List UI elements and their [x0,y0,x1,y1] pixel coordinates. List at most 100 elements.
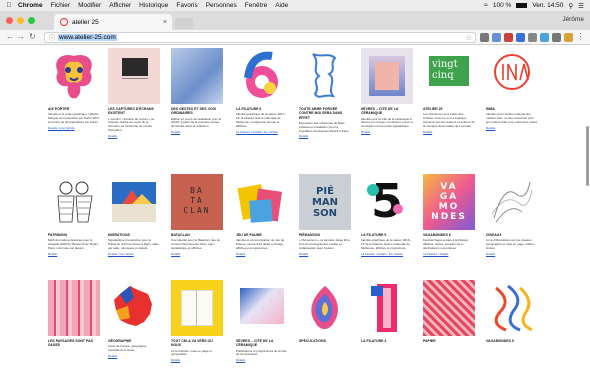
project-thumbnail[interactable]: VA GA MO NDES [423,174,475,230]
project-thumbnail[interactable] [48,280,100,336]
extension-icon-8[interactable] [564,33,573,42]
project-link[interactable]: Détails [108,354,160,358]
project-card[interactable]: DES GESTES ET DES VOIX ORDINAIRES Éditio… [171,48,223,134]
project-link[interactable]: Détails / Lire l'article [48,126,100,130]
extension-icon-1[interactable] [480,33,489,42]
wifi-icon[interactable]: ≈ [484,2,488,9]
tab-atelier-25[interactable]: atelier 25 × [54,14,172,30]
project-card[interactable]: OISEAUX Livre d'illustrations sur les oi… [486,174,538,256]
menu-fenetre[interactable]: Fenêtre [245,2,267,9]
project-thumbnail[interactable] [486,48,538,104]
project-thumbnail[interactable] [361,48,413,104]
list-icon[interactable]: ☰ [578,2,584,10]
project-thumbnail[interactable]: BA TA CLAN [171,174,223,230]
extension-icon-2[interactable] [492,33,501,42]
project-thumbnail[interactable] [236,48,288,104]
project-card[interactable]: PAPIER [423,280,475,343]
project-title[interactable]: PAPIER [423,339,475,343]
project-card[interactable]: INMA Identité pour l'Institut national d… [486,48,538,130]
menu-afficher[interactable]: Afficher [109,2,131,9]
menu-historique[interactable]: Historique [139,2,168,9]
project-thumbnail[interactable] [48,48,100,104]
menu-modifier[interactable]: Modifier [78,2,101,9]
new-tab-button[interactable] [175,18,193,29]
project-title[interactable]: GÉOGRAPHIE [108,339,160,343]
project-title[interactable]: SÈVRES – CITÉ DE LA CÉRAMIQUE [361,107,413,116]
project-card[interactable]: LA FILATURE 4 [361,280,413,343]
project-link[interactable]: Détails [423,130,475,134]
project-card[interactable]: SÈVRES – CITÉ DE LA CÉRAMIQUE Publicatio… [236,280,288,362]
project-card[interactable]: SPÉCULATIONS [299,280,351,343]
project-link[interactable]: Détails [486,252,538,256]
menu-chrome[interactable]: Chrome [18,2,43,9]
project-link[interactable]: Détails [236,252,288,256]
project-title[interactable]: LA FILATURE 4 [361,339,413,343]
project-title[interactable]: TOUTE ARME FORGÉE CONTRE MOI SERA SANS E… [299,107,351,120]
project-thumbnail[interactable] [236,280,288,336]
project-title[interactable]: OISEAUX [486,233,538,237]
menu-fichier[interactable]: Fichier [51,2,71,9]
extension-icon-3[interactable] [504,33,513,42]
bookmark-star-icon[interactable]: ☆ [466,34,472,42]
project-title[interactable]: JEU DE PAUME [236,233,288,237]
project-title[interactable]: INMA [486,107,538,111]
project-title[interactable]: PATRIMOIN [48,233,100,237]
project-link[interactable]: Détails [486,126,538,130]
project-thumbnail[interactable] [171,280,223,336]
menu-aide[interactable]: Aide [275,2,288,9]
maximize-window-icon[interactable] [28,17,35,24]
profile-name[interactable]: Jérôme [562,16,584,23]
project-card[interactable]: PATRIMOIN Motif de matière dessinée pour… [48,174,100,256]
project-card[interactable]: LES PAYSAGES SONT PAS SAGES [48,280,100,348]
project-card[interactable]: PIÉ MAN SON PIÉMANSON « Piémanson », la de… [299,174,351,256]
project-card[interactable]: VA GA MO NDES VAGAMONDES 6 Festival Vagamon… [423,174,475,256]
project-link[interactable]: La Filature / détails [423,252,475,256]
project-thumbnail[interactable] [48,174,100,230]
project-thumbnail[interactable] [236,174,288,230]
close-window-icon[interactable] [6,17,13,24]
project-thumbnail[interactable]: vingt cinq [423,48,475,104]
project-link[interactable]: Détails [299,252,351,256]
battery-icon[interactable] [516,3,528,8]
page-scrollbar[interactable] [586,126,589,186]
reload-icon[interactable]: ↻ [29,32,36,41]
project-title[interactable]: LA FILATURE 5 [361,233,413,237]
project-card[interactable]: BA TA CLAN BATACLAN Une identité pour le B… [171,174,223,256]
close-tab-icon[interactable]: × [163,19,167,26]
project-title[interactable]: SÈVRES – CITÉ DE LA CÉRAMIQUE [236,339,288,348]
project-card[interactable]: AIX PORTER Identité et le projet graphiq… [48,48,100,130]
project-title[interactable]: PIÉMANSON [299,233,351,237]
search-icon[interactable]: ⚲ [568,2,573,10]
project-card[interactable]: LES CAPTURES D'ÉCRANS EXISTENT « Confirm… [108,48,160,138]
extension-icon-5[interactable] [528,33,537,42]
project-title[interactable]: LES PAYSAGES SONT PAS SAGES [48,339,100,348]
project-link[interactable]: La Filature / détails / lire l'article [361,252,413,256]
project-link[interactable]: Détails [299,134,351,138]
project-title[interactable]: SPÉCULATIONS [299,339,351,343]
project-title[interactable]: VAGAMONDES 5 [486,339,538,343]
project-card[interactable]: LA FILATURE 6 Identité graphique de la s… [236,48,288,134]
project-card[interactable]: TOUTE ARME FORGÉE CONTRE MOI SERA SANS E… [299,48,351,138]
project-link[interactable]: Détails [236,358,288,362]
project-thumbnail[interactable] [423,280,475,336]
project-thumbnail[interactable] [486,174,538,230]
project-title[interactable]: LA FILATURE 6 [236,107,288,111]
project-card[interactable]: 5 LA FILATURE 5 Identité graphique de la… [361,174,413,256]
extension-icon-6[interactable] [540,33,549,42]
project-link[interactable]: Détails [108,134,160,138]
project-card[interactable]: GÉOGRAPHIE Carte de France, géographie, … [108,280,160,358]
project-link[interactable]: La Filature / détails / lire l'article [236,130,288,134]
project-thumbnail[interactable] [108,48,160,104]
project-title[interactable]: AIX PORTER [48,107,100,111]
project-title[interactable]: LES CAPTURES D'ÉCRANS EXISTENT [108,107,160,116]
project-title[interactable]: ATELIER 25 [423,107,475,111]
project-title[interactable]: MIGRATIONS [108,233,160,237]
back-arrow-icon[interactable]: ← [6,32,14,41]
project-link[interactable]: Détails [361,130,413,134]
project-thumbnail[interactable] [108,280,160,336]
project-title[interactable]: DES GESTES ET DES VOIX ORDINAIRES [171,107,223,116]
project-card[interactable]: JEU DE PAUME Identité et communication d… [236,174,288,256]
menu-personnes[interactable]: Personnes [206,2,237,9]
extension-icon-4[interactable] [516,33,525,42]
project-title[interactable]: TOUT CELA VA VERS OÙ NOUS [171,339,223,348]
